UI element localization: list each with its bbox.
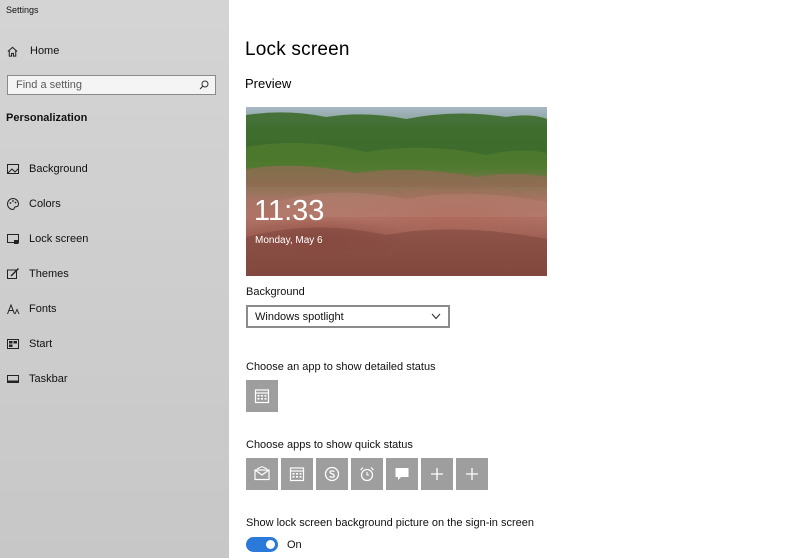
plus-icon: [431, 468, 443, 480]
section-title: Personalization: [6, 112, 88, 124]
quick-status-skype-button[interactable]: [316, 458, 348, 490]
sidebar-item-label: Start: [29, 337, 53, 350]
start-icon: [7, 338, 19, 349]
search-icon[interactable]: [199, 80, 209, 90]
sidebar-item-label: Themes: [29, 267, 69, 280]
app-title: Settings: [6, 5, 39, 15]
quick-status-add-button[interactable]: [421, 458, 453, 490]
messaging-icon: [395, 468, 409, 480]
signin-picture-toggle[interactable]: [246, 537, 278, 552]
sidebar-item-label: Lock screen: [29, 232, 89, 245]
lock-screen-preview: 11:33 Monday, May 6: [246, 107, 547, 276]
background-label: Background: [246, 286, 305, 298]
preview-time: 11:33: [254, 195, 325, 227]
quick-status-add-button[interactable]: [456, 458, 488, 490]
palette-icon: [7, 197, 20, 210]
home-label: Home: [30, 45, 60, 57]
sidebar-item-label: Fonts: [29, 302, 57, 315]
home-link[interactable]: Home: [6, 43, 59, 59]
background-dropdown-value: Windows spotlight: [255, 310, 344, 323]
background-dropdown[interactable]: Windows spotlight: [246, 305, 450, 328]
detailed-status-app-button[interactable]: [246, 380, 278, 412]
detailed-status-label: Choose an app to show detailed status: [246, 361, 436, 373]
plus-icon: [466, 468, 478, 480]
themes-icon: [7, 267, 19, 279]
preview-date: Monday, May 6: [255, 235, 323, 246]
toggle-state-label: On: [287, 538, 302, 551]
picture-icon: [7, 163, 19, 174]
sidebar-item-taskbar[interactable]: Taskbar: [0, 361, 229, 396]
sidebar-nav: Background Colors Lock screen Themes Fon…: [0, 151, 229, 396]
sidebar-item-label: Taskbar: [29, 372, 68, 385]
preview-heading: Preview: [245, 76, 292, 91]
calendar-icon: [254, 389, 270, 404]
sidebar-item-lock-screen[interactable]: Lock screen: [0, 221, 229, 256]
sidebar-item-background[interactable]: Background: [0, 151, 229, 186]
search-box[interactable]: [7, 75, 216, 95]
quick-status-mail-button[interactable]: [246, 458, 278, 490]
alarm-icon: [360, 467, 374, 482]
skype-icon: [324, 466, 340, 482]
sidebar-item-label: Colors: [29, 197, 61, 210]
home-icon: [7, 46, 18, 57]
quick-status-messaging-button[interactable]: [386, 458, 418, 490]
sidebar-item-fonts[interactable]: Fonts: [0, 291, 229, 326]
page-title: Lock screen: [245, 39, 350, 60]
calendar-icon: [289, 467, 305, 482]
sidebar-item-label: Background: [29, 162, 88, 175]
taskbar-icon: [7, 374, 19, 383]
signin-picture-label: Show lock screen background picture on t…: [246, 517, 534, 529]
main-content: Lock screen Preview 11:33 Monday, May 6 …: [245, 0, 800, 558]
sidebar-item-start[interactable]: Start: [0, 326, 229, 361]
sidebar-item-colors[interactable]: Colors: [0, 186, 229, 221]
landscape-image: [246, 112, 547, 276]
fonts-icon: [7, 303, 20, 314]
quick-status-calendar-button[interactable]: [281, 458, 313, 490]
search-input[interactable]: [16, 79, 186, 91]
quick-status-alarm-button[interactable]: [351, 458, 383, 490]
quick-status-label: Choose apps to show quick status: [246, 439, 413, 451]
chevron-down-icon: [431, 313, 441, 320]
sidebar-item-themes[interactable]: Themes: [0, 256, 229, 291]
mail-icon: [254, 465, 270, 481]
signin-picture-toggle-row: On: [246, 537, 302, 552]
toggle-knob: [266, 540, 275, 549]
sidebar: Settings Home Personalization Background…: [0, 0, 229, 558]
lock-screen-icon: [7, 233, 19, 244]
